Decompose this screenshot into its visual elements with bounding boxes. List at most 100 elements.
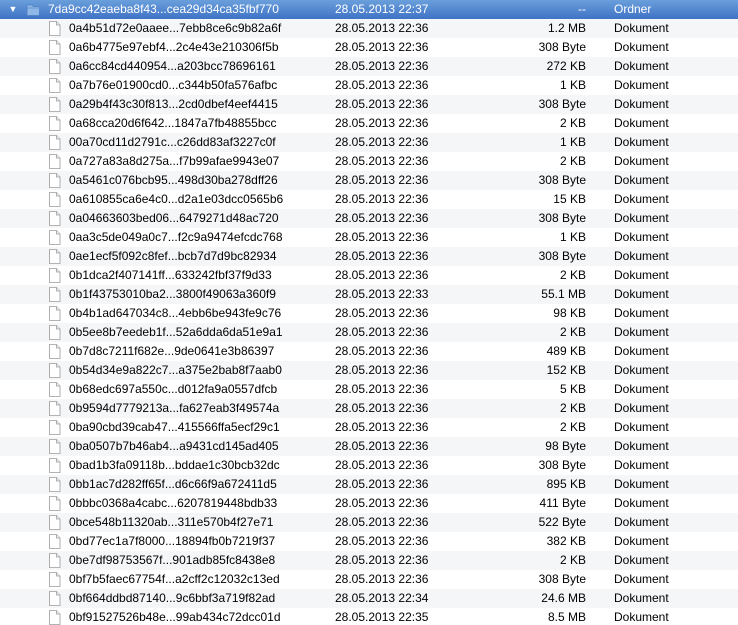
file-row[interactable]: 00a70cd11d2791c...c26dd83af3227c0f 28.05.… [0,133,738,152]
file-row[interactable]: 0bf7b5faec67754f...a2cff2c12032c13ed 28.0… [0,570,738,589]
file-name: 0bb1ac7d282ff65f...d6c66f9a672411d5 [69,477,277,491]
document-icon [48,496,61,511]
document-icon [48,382,61,397]
file-kind: Dokument [614,610,669,624]
document-icon [48,78,61,93]
file-row[interactable]: 0bce548b11320ab...311e570b4f27e71 28.05.2… [0,513,738,532]
file-size: 5 KB [559,382,586,396]
file-name: 0a7b76e01900cd0...c344b50fa576afbc [69,78,278,92]
file-kind: Dokument [614,401,669,415]
file-kind: Dokument [614,344,669,358]
file-size: 308 Byte [538,458,586,472]
file-name: 0bf91527526b48e...99ab434c72dcc01d [69,610,281,624]
folder-icon [26,2,39,17]
file-row[interactable]: 0a29b4f43c30f813...2cd0dbef4eef4415 28.05… [0,95,738,114]
file-row[interactable]: 0a68cca20d6f642...1847a7fb48855bcc 28.05.… [0,114,738,133]
file-date: 28.05.2013 22:36 [335,306,429,320]
file-row[interactable]: 0a5461c076bcb95...498d30ba278dff26 28.05.… [0,171,738,190]
file-row[interactable]: 0ba0507b7b46ab4...a9431cd145ad405 28.05.2… [0,437,738,456]
file-size: 98 KB [553,306,586,320]
file-row[interactable]: 0a6b4775e97ebf4...2c4e43e210306f5b 28.05.… [0,38,738,57]
file-row[interactable]: 0a6cc84cd440954...a203bcc78696161 28.05.2… [0,57,738,76]
folder-date: 28.05.2013 22:37 [335,2,429,16]
file-row[interactable]: 0a4b51d72e0aaee...7ebb8ce6c9b82a6f 28.05.… [0,19,738,38]
file-date: 28.05.2013 22:36 [335,211,429,225]
file-size: 2 KB [559,325,586,339]
file-row[interactable]: 0ba90cbd39cab47...415566ffa5ecf29c1 28.05… [0,418,738,437]
file-name: 0bad1b3fa09118b...bddae1c30bcb32dc [69,458,280,472]
document-icon [48,344,61,359]
file-name: 0b1dca2f407141ff...633242fbf37f9d33 [69,268,272,282]
document-icon [48,154,61,169]
file-kind: Dokument [614,116,669,130]
file-date: 28.05.2013 22:36 [335,116,429,130]
disclosure-triangle-icon[interactable]: ▼ [6,0,20,19]
file-list[interactable]: ▼ 7da9cc42eaeba8f43...cea29d34ca35fbf770… [0,0,738,625]
file-date: 28.05.2013 22:36 [335,325,429,339]
document-icon [48,116,61,131]
file-date: 28.05.2013 22:36 [335,344,429,358]
file-row[interactable]: 0b68edc697a550c...d012fa9a0557dfcb 28.05.… [0,380,738,399]
file-date: 28.05.2013 22:36 [335,534,429,548]
file-size: 411 Byte [539,496,586,510]
file-date: 28.05.2013 22:36 [335,401,429,415]
file-row[interactable]: 0bb1ac7d282ff65f...d6c66f9a672411d5 28.05… [0,475,738,494]
file-row[interactable]: 0b5ee8b7eedeb1f...52a6dda6da51e9a1 28.05.… [0,323,738,342]
file-row[interactable]: 0bad1b3fa09118b...bddae1c30bcb32dc 28.05.… [0,456,738,475]
folder-name: 7da9cc42eaeba8f43...cea29d34ca35fbf770 [48,2,279,16]
file-size: 24.6 MB [541,591,586,605]
file-size: 152 KB [546,363,586,377]
file-kind: Dokument [614,572,669,586]
file-date: 28.05.2013 22:36 [335,78,429,92]
file-row[interactable]: 0b9594d7779213a...fa627eab3f49574a 28.05.… [0,399,738,418]
file-name: 0bce548b11320ab...311e570b4f27e71 [69,515,274,529]
file-date: 28.05.2013 22:36 [335,40,429,54]
file-kind: Dokument [614,534,669,548]
file-kind: Dokument [614,268,669,282]
file-date: 28.05.2013 22:36 [335,97,429,111]
file-row[interactable]: 0a727a83a8d275a...f7b99afae9943e07 28.05.… [0,152,738,171]
file-row[interactable]: 0bbbc0368a4cabc...6207819448bdb33 28.05.2… [0,494,738,513]
document-icon [48,439,61,454]
file-kind: Dokument [614,306,669,320]
file-name: 0a6cc84cd440954...a203bcc78696161 [69,59,276,73]
file-row[interactable]: 0b54d34e9a822c7...a375e2bab8f7aab0 28.05.… [0,361,738,380]
file-name: 0b9594d7779213a...fa627eab3f49574a [69,401,280,415]
file-date: 28.05.2013 22:36 [335,553,429,567]
document-icon [48,553,61,568]
file-name: 0be7df98753567f...901adb85fc8438e8 [69,553,276,567]
document-icon [48,572,61,587]
file-row[interactable]: 0b1dca2f407141ff...633242fbf37f9d33 28.05… [0,266,738,285]
file-size: 308 Byte [538,572,586,586]
file-kind: Dokument [614,382,669,396]
file-row[interactable]: 0aa3c5de049a0c7...f2c9a9474efcdc768 28.05… [0,228,738,247]
file-row[interactable]: 0be7df98753567f...901adb85fc8438e8 28.05.… [0,551,738,570]
file-row[interactable]: 0a04663603bed06...6479271d48ac720 28.05.2… [0,209,738,228]
document-icon [48,363,61,378]
file-kind: Dokument [614,420,669,434]
file-row[interactable]: 0bf664ddbd87140...9c6bbf3a719f82ad 28.05.… [0,589,738,608]
file-kind: Dokument [614,249,669,263]
document-icon [48,268,61,283]
file-date: 28.05.2013 22:36 [335,59,429,73]
file-name: 0a5461c076bcb95...498d30ba278dff26 [69,173,278,187]
file-date: 28.05.2013 22:36 [335,458,429,472]
file-size: 2 KB [559,401,586,415]
file-row[interactable]: 0a610855ca6e4c0...d2a1e03dcc0565b6 28.05.… [0,190,738,209]
file-name: 0b1f43753010ba2...3800f49063a360f9 [69,287,276,301]
file-date: 28.05.2013 22:36 [335,477,429,491]
document-icon [48,420,61,435]
file-row[interactable]: 0b7d8c7211f682e...9de0641e3b86397 28.05.2… [0,342,738,361]
file-row[interactable]: 0a7b76e01900cd0...c344b50fa576afbc 28.05.… [0,76,738,95]
file-row[interactable]: 0b1f43753010ba2...3800f49063a360f9 28.05.… [0,285,738,304]
file-row[interactable]: 0bd77ec1a7f8000...18894fb0b7219f37 28.05.… [0,532,738,551]
document-icon [48,458,61,473]
folder-row[interactable]: ▼ 7da9cc42eaeba8f43...cea29d34ca35fbf770… [0,0,738,19]
file-row[interactable]: 0ae1ecf5f092c8fef...bcb7d7d9bc82934 28.05… [0,247,738,266]
file-size: 1 KB [559,230,586,244]
file-size: 1 KB [559,78,586,92]
file-row[interactable]: 0bf91527526b48e...99ab434c72dcc01d 28.05.… [0,608,738,625]
document-icon [48,230,61,245]
file-date: 28.05.2013 22:36 [335,439,429,453]
file-row[interactable]: 0b4b1ad647034c8...4ebb6be943fe9c76 28.05.… [0,304,738,323]
